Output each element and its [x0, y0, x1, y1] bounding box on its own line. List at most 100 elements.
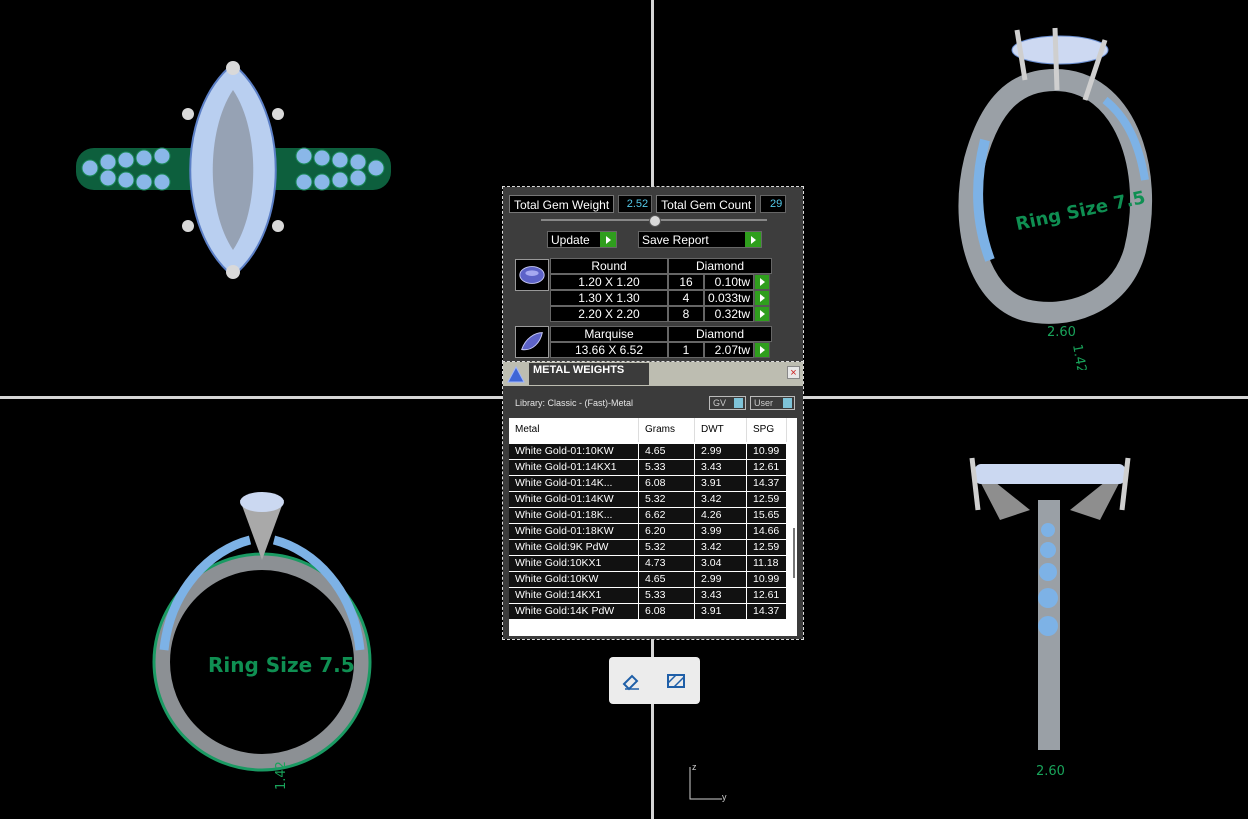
- update-button-label: Update: [551, 233, 590, 247]
- column-header-dwt[interactable]: DWT: [695, 418, 747, 442]
- cell-spg: 14.37: [747, 476, 787, 491]
- dimension-width-3d: 2.60: [1047, 325, 1076, 340]
- totals-row: Total Gem Weight 2.52 Total Gem Count 29: [509, 195, 797, 213]
- cell-metal: White Gold:14K PdW: [509, 604, 639, 619]
- marquise-shape-header: Marquise: [550, 326, 668, 342]
- cell-dwt: 3.43: [695, 588, 747, 603]
- gem-size-cell: 13.66 X 6.52: [550, 342, 668, 358]
- dimension-height-front: 1.42: [274, 761, 289, 790]
- viewport-front-view[interactable]: Ring Size 7.5 1.42: [140, 490, 390, 810]
- cell-grams: 5.33: [639, 460, 695, 475]
- cell-grams: 5.33: [639, 588, 695, 603]
- cell-spg: 11.18: [747, 556, 787, 571]
- cell-metal: White Gold-01:10KW: [509, 444, 639, 459]
- save-report-button[interactable]: Save Report: [638, 231, 762, 248]
- round-gem-icon[interactable]: [515, 259, 549, 291]
- cell-spg: 14.37: [747, 604, 787, 619]
- cell-spg: 15.65: [747, 508, 787, 523]
- table-row[interactable]: White Gold-01:14KX1 5.33 3.43 12.61: [509, 460, 787, 475]
- cell-dwt: 4.26: [695, 508, 747, 523]
- toggle-switch-icon: [783, 398, 792, 408]
- table-row[interactable]: White Gold:14K PdW 6.08 3.91 14.37: [509, 604, 787, 619]
- cell-dwt: 3.43: [695, 460, 747, 475]
- eraser-tool-icon[interactable]: [619, 669, 643, 693]
- total-gem-count-value: 29: [760, 195, 787, 213]
- table-row[interactable]: White Gold:10KW 4.65 2.99 10.99: [509, 572, 787, 587]
- cell-metal: White Gold-01:14KW: [509, 492, 639, 507]
- cell-spg: 12.59: [747, 540, 787, 555]
- marquise-gem-icon[interactable]: [515, 326, 549, 358]
- cell-grams: 6.20: [639, 524, 695, 539]
- gem-weight-cell: 0.10tw: [704, 274, 754, 290]
- library-label: Library: Classic - (Fast)-Metal: [515, 398, 634, 408]
- gem-count-cell: 8: [668, 306, 704, 322]
- cell-dwt: 3.91: [695, 604, 747, 619]
- cell-grams: 6.08: [639, 476, 695, 491]
- gem-weight-cell: 2.07tw: [704, 342, 754, 358]
- play-arrow-icon: [600, 232, 616, 247]
- gem-count-cell: 4: [668, 290, 704, 306]
- round-material-header: Diamond: [668, 258, 772, 274]
- splitter-knob[interactable]: [649, 215, 661, 227]
- cell-metal: White Gold-01:14K...: [509, 476, 639, 491]
- cell-spg: 12.61: [747, 588, 787, 603]
- column-header-spg[interactable]: SPG: [747, 418, 787, 442]
- update-button[interactable]: Update: [547, 231, 617, 248]
- cell-metal: White Gold-01:18K...: [509, 508, 639, 523]
- metal-weights-panel: METAL WEIGHTS × Library: Classic - (Fast…: [502, 361, 804, 640]
- gem-weight-cell: 0.32tw: [704, 306, 754, 322]
- cell-grams: 4.65: [639, 444, 695, 459]
- table-row[interactable]: White Gold-01:18K... 6.62 4.26 15.65: [509, 508, 787, 523]
- user-toggle-label: User: [754, 398, 774, 408]
- metal-weights-title[interactable]: METAL WEIGHTS: [529, 363, 649, 385]
- gem-size-cell: 1.20 X 1.20: [550, 274, 668, 290]
- axis-y-label: y: [722, 792, 727, 802]
- cell-dwt: 3.99: [695, 524, 747, 539]
- table-row[interactable]: White Gold:9K PdW 5.32 3.42 12.59: [509, 540, 787, 555]
- gem-row-select-button[interactable]: [754, 342, 770, 358]
- metal-weights-icon: [507, 365, 525, 383]
- cell-grams: 6.08: [639, 604, 695, 619]
- close-button[interactable]: ×: [787, 366, 800, 379]
- cell-grams: 4.73: [639, 556, 695, 571]
- gem-row-select-button[interactable]: [754, 306, 770, 322]
- marquise-material-header: Diamond: [668, 326, 772, 342]
- cell-metal: White Gold:9K PdW: [509, 540, 639, 555]
- vertical-scrollbar[interactable]: [793, 528, 795, 578]
- table-row[interactable]: White Gold:14KX1 5.33 3.43 12.61: [509, 588, 787, 603]
- table-row[interactable]: White Gold-01:14KW 5.32 3.42 12.59: [509, 492, 787, 507]
- column-header-metal[interactable]: Metal: [509, 418, 639, 442]
- cell-dwt: 2.99: [695, 572, 747, 587]
- gem-report-panel: Total Gem Weight 2.52 Total Gem Count 29…: [502, 186, 804, 363]
- cell-spg: 14.66: [747, 524, 787, 539]
- cell-metal: White Gold-01:14KX1: [509, 460, 639, 475]
- table-header: Metal Grams DWT SPG: [509, 418, 797, 442]
- user-toggle[interactable]: User: [750, 396, 795, 410]
- cell-grams: 5.32: [639, 492, 695, 507]
- cell-spg: 12.61: [747, 460, 787, 475]
- table-row[interactable]: White Gold-01:18KW 6.20 3.99 14.66: [509, 524, 787, 539]
- gv-toggle[interactable]: GV: [709, 396, 746, 410]
- cell-metal: White Gold:10KW: [509, 572, 639, 587]
- viewport-top-view[interactable]: [60, 50, 410, 290]
- column-header-grams[interactable]: Grams: [639, 418, 695, 442]
- gem-row-select-button[interactable]: [754, 290, 770, 306]
- round-shape-header: Round: [550, 258, 668, 274]
- table-row[interactable]: White Gold-01:10KW 4.65 2.99 10.99: [509, 444, 787, 459]
- hatch-tool-icon[interactable]: [664, 669, 688, 693]
- table-row[interactable]: White Gold:10KX1 4.73 3.04 11.18: [509, 556, 787, 571]
- gem-size-cell: 2.20 X 2.20: [550, 306, 668, 322]
- toggle-switch-icon: [734, 398, 743, 408]
- cell-grams: 4.65: [639, 572, 695, 587]
- cell-metal: White Gold:14KX1: [509, 588, 639, 603]
- viewport-side-view[interactable]: 2.60: [960, 450, 1140, 790]
- gem-row-select-button[interactable]: [754, 274, 770, 290]
- cell-dwt: 3.91: [695, 476, 747, 491]
- cell-spg: 10.99: [747, 572, 787, 587]
- viewport-perspective-view[interactable]: Ring Size 7.5 2.60 1.42: [955, 20, 1165, 370]
- table-row[interactable]: White Gold-01:14K... 6.08 3.91 14.37: [509, 476, 787, 491]
- cell-spg: 10.99: [747, 444, 787, 459]
- cell-spg: 12.59: [747, 492, 787, 507]
- cell-metal: White Gold-01:18KW: [509, 524, 639, 539]
- play-arrow-icon: [745, 232, 761, 247]
